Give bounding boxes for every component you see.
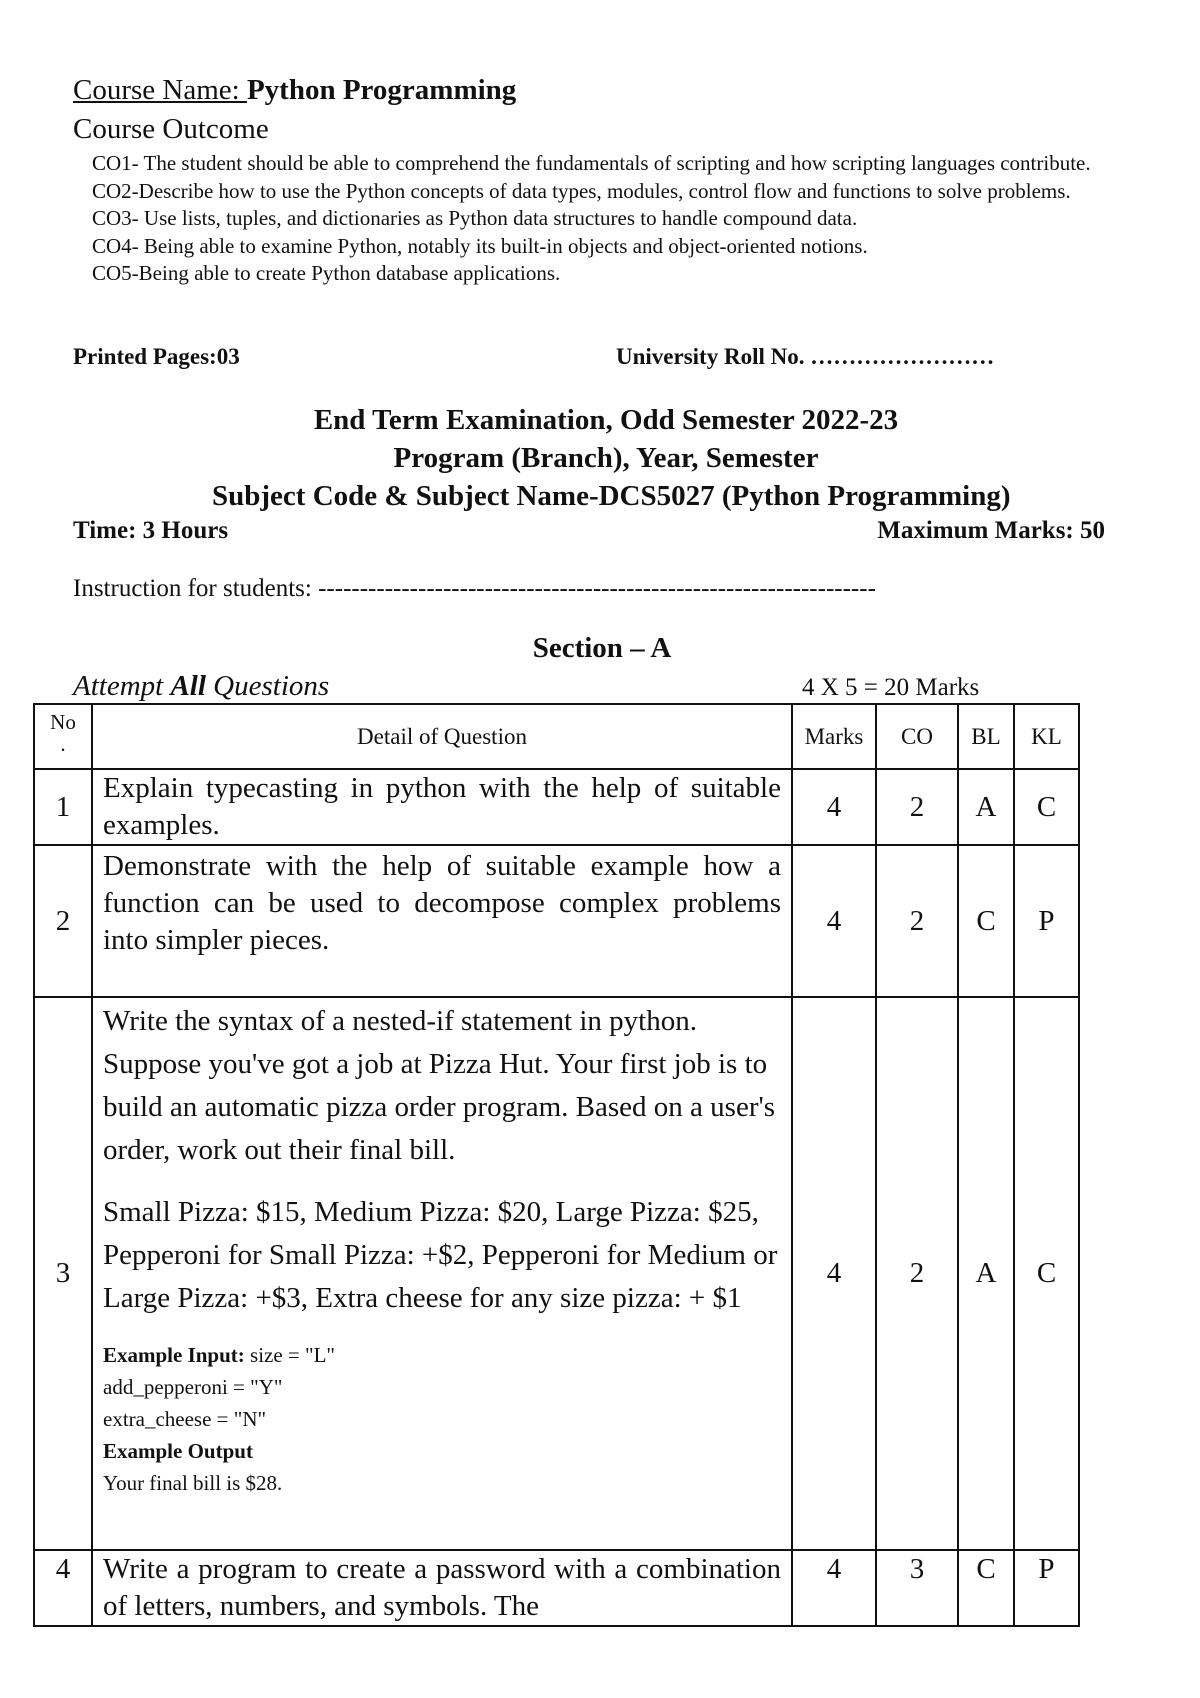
- question-kl: P: [1013, 1549, 1080, 1627]
- question-marks: 4: [791, 768, 877, 846]
- question-number: 2: [33, 844, 93, 998]
- course-name: Course Name: Python Programming: [73, 74, 516, 107]
- attempt-suffix: Questions: [205, 670, 330, 702]
- question-marks: 4: [791, 1549, 877, 1627]
- example-input-line: extra_cheese = "N": [103, 1407, 267, 1431]
- maximum-marks: Maximum Marks: 50: [877, 517, 1105, 544]
- question-co: 2: [875, 996, 959, 1551]
- question-marks: 4: [791, 844, 877, 998]
- section-title: Section – A: [532, 632, 672, 664]
- attempt-prefix: Attempt: [73, 670, 171, 702]
- table-row: 2 Demonstrate with the help of suitable …: [33, 844, 1080, 998]
- exam-title: End Term Examination, Odd Semester 2022-…: [313, 404, 899, 436]
- question-kl: P: [1013, 844, 1080, 998]
- university-roll-number: University Roll No. ……………………: [616, 344, 995, 369]
- question-co: 2: [875, 844, 959, 998]
- question-text: Write a program to create a password wit…: [91, 1549, 793, 1627]
- question-text: Demonstrate with the help of suitable ex…: [91, 844, 793, 998]
- question-marks: 4: [791, 996, 877, 1551]
- table-row: 3 Write the syntax of a nested-if statem…: [33, 996, 1080, 1551]
- table-header-row: No. Detail of Question Marks CO BL KL: [33, 703, 1080, 770]
- course-outcome-item: CO1- The student should be able to compr…: [92, 151, 1091, 175]
- question-number: 4: [33, 1549, 93, 1627]
- table-row: 4 Write a program to create a password w…: [33, 1549, 1080, 1627]
- question-co: 3: [875, 1549, 959, 1627]
- attempt-emphasis: All: [170, 670, 206, 702]
- course-outcome-item: CO3- Use lists, tuples, and dictionaries…: [92, 206, 858, 230]
- course-outcome-title: Course Outcome: [73, 113, 269, 145]
- header-no-label: No: [50, 710, 76, 734]
- header-bl: BL: [957, 703, 1015, 770]
- question-paragraph: Small Pizza: $15, Medium Pizza: $20, Lar…: [103, 1196, 778, 1314]
- example-output-value: Your final bill is $28.: [103, 1471, 283, 1495]
- header-co: CO: [875, 703, 959, 770]
- attempt-instruction: Attempt All Questions: [73, 670, 329, 703]
- question-number: 1: [33, 768, 93, 846]
- subject-line: Subject Code & Subject Name-DCS5027 (Pyt…: [212, 480, 1011, 512]
- header-marks: Marks: [791, 703, 877, 770]
- instruction-for-students: Instruction for students: --------------…: [73, 575, 876, 602]
- example-input-value: size = "L": [244, 1343, 335, 1367]
- questions-table: No. Detail of Question Marks CO BL KL 1 …: [33, 703, 1080, 1627]
- question-bl: A: [957, 768, 1015, 846]
- example-input-line: Example Input: size = "L": [103, 1339, 781, 1371]
- question-bl: C: [957, 844, 1015, 998]
- header-kl: KL: [1013, 703, 1080, 770]
- question-paragraph: Write the syntax of a nested-if statemen…: [103, 1005, 775, 1166]
- section-marks-summary: 4 X 5 = 20 Marks: [802, 674, 980, 701]
- exam-time: Time: 3 Hours: [73, 517, 229, 544]
- example-output-label: Example Output: [103, 1435, 781, 1467]
- question-number: 3: [33, 996, 93, 1551]
- header-no: No.: [33, 703, 93, 770]
- example-output-label-text: Example Output: [103, 1439, 253, 1463]
- example-block: Example Input: size = "L" add_pepperoni …: [103, 1339, 781, 1499]
- question-co: 2: [875, 768, 959, 846]
- printed-pages: Printed Pages:03: [73, 344, 240, 369]
- course-name-label: Course Name:: [73, 74, 247, 106]
- course-outcome-item: CO5-Being able to create Python database…: [92, 261, 561, 285]
- example-input-line: add_pepperoni = "Y": [103, 1375, 283, 1399]
- table-row: 1 Explain typecasting in python with the…: [33, 768, 1080, 846]
- course-outcome-item: CO2-Describe how to use the Python conce…: [92, 178, 1071, 203]
- program-line: Program (Branch), Year, Semester: [393, 442, 819, 474]
- question-bl: C: [957, 1549, 1015, 1627]
- course-name-value: Python Programming: [246, 74, 517, 106]
- question-text: Write the syntax of a nested-if statemen…: [91, 996, 793, 1551]
- course-outcome-list: CO1- The student should be able to compr…: [92, 150, 1172, 288]
- header-detail: Detail of Question: [91, 703, 793, 770]
- question-kl: C: [1013, 768, 1080, 846]
- example-input-label: Example Input:: [103, 1343, 245, 1367]
- question-bl: A: [957, 996, 1015, 1551]
- question-kl: C: [1013, 996, 1080, 1551]
- question-text: Explain typecasting in python with the h…: [91, 768, 793, 846]
- course-outcome-item: CO4- Being able to examine Python, notab…: [92, 233, 868, 258]
- header-no-dot: .: [60, 732, 66, 756]
